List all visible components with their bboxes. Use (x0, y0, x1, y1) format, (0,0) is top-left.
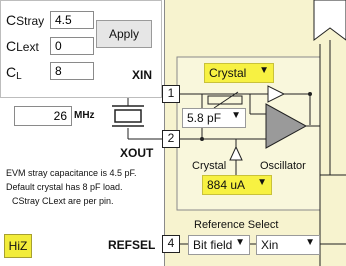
reference-select-label: Reference Select (194, 219, 279, 231)
crystal-label: Crystal (192, 160, 227, 172)
capacitance-select[interactable]: 5.8 pF ▼ (182, 108, 246, 128)
oscillator-label: Oscillator (260, 160, 306, 172)
cl-input[interactable] (50, 62, 94, 80)
note-line-1: EVM stray capacitance is 4.5 pF. (6, 168, 137, 178)
refsel-output-select[interactable]: Xin ▼ (256, 235, 320, 255)
frequency-unit: MHz (74, 110, 95, 121)
drive-current-select[interactable]: 884 uA ▼ (202, 175, 272, 195)
clext-input[interactable] (50, 37, 94, 55)
xout-label: XOUT (120, 146, 154, 160)
cl-label: CL (6, 64, 22, 82)
refsel-label: REFSEL (108, 238, 156, 252)
note-line-3: CStray CLext are per pin. (12, 196, 114, 206)
cstray-label: CStray (6, 12, 45, 28)
xin-label: XIN (132, 68, 153, 82)
frequency-input[interactable] (14, 106, 72, 126)
apply-button[interactable]: Apply (96, 20, 152, 48)
chevron-down-icon: ▼ (259, 65, 269, 76)
note-line-2: Default crystal has 8 pF load. (6, 182, 123, 192)
clext-label: CLext (6, 38, 39, 54)
cstray-input[interactable] (50, 11, 94, 29)
xin-pin: 1 (162, 85, 180, 103)
chevron-down-icon: ▼ (305, 237, 315, 248)
chevron-down-icon: ▼ (235, 237, 245, 248)
mode-select[interactable]: Crystal ▼ (204, 63, 274, 83)
chevron-down-icon: ▼ (231, 110, 241, 121)
xout-pin: 2 (162, 130, 180, 148)
refsel-pin: 4 (162, 235, 180, 253)
chevron-down-icon: ▼ (257, 177, 267, 188)
refsel-source-select[interactable]: Bit field ▼ (188, 235, 250, 255)
hiz-button[interactable]: HiZ (4, 234, 32, 258)
